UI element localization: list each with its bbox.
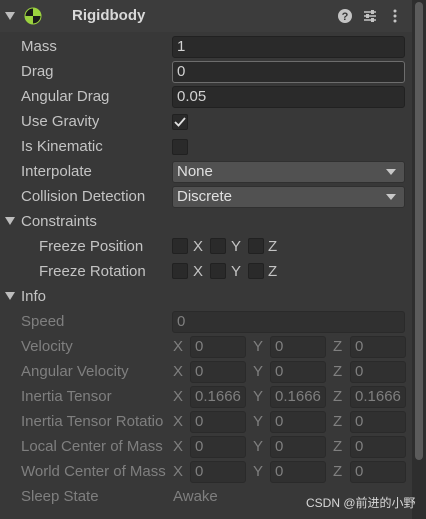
- speed-field: 0: [172, 311, 405, 333]
- velocity-z-axis: Z: [333, 338, 343, 355]
- world-center-of-mass-y-field: 0: [270, 461, 326, 483]
- world-center-of-mass-z-field: 0: [350, 461, 406, 483]
- freeze-rotation-x-checkbox[interactable]: [172, 263, 188, 279]
- velocity-y-axis: Y: [253, 338, 264, 355]
- velocity-label: Velocity: [21, 338, 73, 355]
- constraints-foldout-icon[interactable]: [5, 217, 15, 225]
- world-center-of-mass-x-axis: X: [173, 463, 184, 480]
- angular-velocity-label: Angular Velocity: [21, 363, 129, 380]
- collision-detection-dropdown[interactable]: Discrete: [172, 186, 405, 208]
- kebab-menu-icon[interactable]: [387, 8, 403, 24]
- freeze-rotation-y-checkbox[interactable]: [210, 263, 226, 279]
- dropdown-arrow-icon: [386, 169, 396, 175]
- checkmark-icon: [174, 117, 186, 127]
- angular-drag-field[interactable]: 0.05: [172, 86, 405, 108]
- sleep-state-label: Sleep State: [21, 488, 99, 505]
- inertia-tensor-rotation-z-field: 0: [350, 411, 406, 433]
- local-center-of-mass-y-axis: Y: [253, 438, 264, 455]
- use-gravity-checkbox[interactable]: [172, 114, 188, 130]
- constraints-label[interactable]: Constraints: [21, 213, 97, 230]
- angular-drag-label: Angular Drag: [21, 88, 110, 105]
- world-center-of-mass-label: World Center of Mass: [21, 463, 166, 480]
- interpolate-value: None: [177, 163, 213, 180]
- component-title: Rigidbody: [72, 7, 146, 24]
- info-foldout-icon[interactable]: [5, 292, 15, 300]
- freeze-position-x-label: X: [193, 238, 204, 255]
- velocity-x-field: 0: [190, 336, 246, 358]
- local-center-of-mass-z-axis: Z: [333, 438, 343, 455]
- angular-velocity-z-axis: Z: [333, 363, 343, 380]
- angular-velocity-x-field: 0: [190, 361, 246, 383]
- inertia-tensor-label: Inertia Tensor: [21, 388, 112, 405]
- use-gravity-label: Use Gravity: [21, 113, 100, 130]
- inertia-tensor-y-axis: Y: [253, 388, 264, 405]
- mass-field[interactable]: 1: [172, 36, 405, 58]
- angular-velocity-y-axis: Y: [253, 363, 264, 380]
- freeze-position-label: Freeze Position: [39, 238, 144, 255]
- world-center-of-mass-z-axis: Z: [333, 463, 343, 480]
- velocity-z-field: 0: [350, 336, 406, 358]
- local-center-of-mass-z-field: 0: [350, 436, 406, 458]
- inertia-tensor-rotation-y-axis: Y: [253, 413, 264, 430]
- inertia-tensor-x-axis: X: [173, 388, 184, 405]
- dropdown-arrow-icon: [386, 194, 396, 200]
- inertia-tensor-z-field: 0.1666: [350, 386, 406, 408]
- watermark: CSDN @前进的小野: [306, 496, 416, 510]
- presets-icon[interactable]: [362, 8, 378, 24]
- collision-detection-label: Collision Detection: [21, 188, 146, 205]
- is-kinematic-label: Is Kinematic: [21, 138, 103, 155]
- drag-label: Drag: [21, 63, 54, 80]
- drag-field[interactable]: 0: [172, 61, 405, 83]
- local-center-of-mass-x-axis: X: [173, 438, 184, 455]
- freeze-rotation-z-label: Z: [268, 263, 278, 280]
- inertia-tensor-y-field: 0.1666: [270, 386, 326, 408]
- speed-label: Speed: [21, 313, 65, 330]
- interpolate-label: Interpolate: [21, 163, 92, 180]
- component-header[interactable]: Rigidbody ?: [0, 0, 412, 32]
- local-center-of-mass-y-field: 0: [270, 436, 326, 458]
- inertia-tensor-rotation-x-field: 0: [190, 411, 246, 433]
- rigidbody-icon: [24, 7, 42, 25]
- inertia-tensor-z-axis: Z: [333, 388, 343, 405]
- inertia-tensor-x-field: 0.1666: [190, 386, 246, 408]
- freeze-position-x-checkbox[interactable]: [172, 238, 188, 254]
- world-center-of-mass-x-field: 0: [190, 461, 246, 483]
- foldout-arrow-icon[interactable]: [5, 12, 15, 20]
- angular-velocity-x-axis: X: [173, 363, 184, 380]
- freeze-rotation-label: Freeze Rotation: [39, 263, 146, 280]
- inertia-tensor-rotation-label: Inertia Tensor Rotatio: [21, 413, 164, 430]
- freeze-rotation-x-label: X: [193, 263, 204, 280]
- freeze-position-z-checkbox[interactable]: [248, 238, 264, 254]
- inertia-tensor-rotation-y-field: 0: [270, 411, 326, 433]
- angular-velocity-z-field: 0: [350, 361, 406, 383]
- interpolate-dropdown[interactable]: None: [172, 161, 405, 183]
- angular-velocity-y-field: 0: [270, 361, 326, 383]
- info-label[interactable]: Info: [21, 288, 46, 305]
- velocity-y-field: 0: [270, 336, 326, 358]
- freeze-position-y-checkbox[interactable]: [210, 238, 226, 254]
- inertia-tensor-rotation-z-axis: Z: [333, 413, 343, 430]
- local-center-of-mass-label: Local Center of Mass: [21, 438, 163, 455]
- sleep-state-value: Awake: [173, 488, 218, 505]
- is-kinematic-checkbox[interactable]: [172, 139, 188, 155]
- mass-label: Mass: [21, 38, 57, 55]
- scrollbar-thumb[interactable]: [415, 2, 423, 460]
- freeze-rotation-y-label: Y: [231, 263, 242, 280]
- world-center-of-mass-y-axis: Y: [253, 463, 264, 480]
- svg-text:?: ?: [342, 11, 349, 23]
- inertia-tensor-rotation-x-axis: X: [173, 413, 184, 430]
- collision-detection-value: Discrete: [177, 188, 233, 205]
- freeze-rotation-z-checkbox[interactable]: [248, 263, 264, 279]
- velocity-x-axis: X: [173, 338, 184, 355]
- freeze-position-y-label: Y: [231, 238, 242, 255]
- help-icon[interactable]: ?: [337, 8, 353, 24]
- local-center-of-mass-x-field: 0: [190, 436, 246, 458]
- freeze-position-z-label: Z: [268, 238, 278, 255]
